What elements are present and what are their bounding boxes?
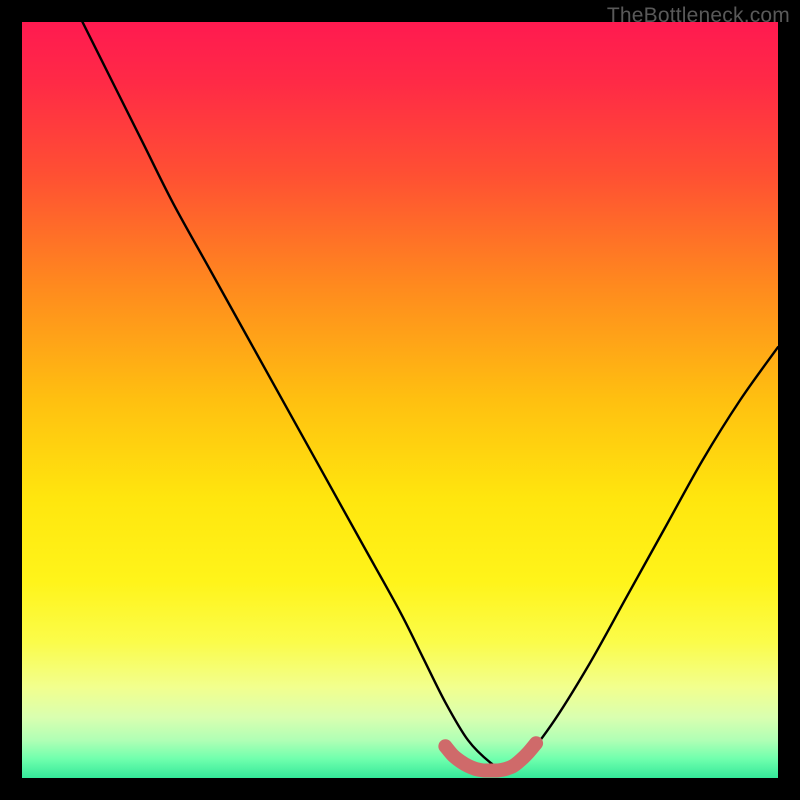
bottleneck-curve [82, 22, 778, 770]
plot-area [22, 22, 778, 778]
watermark-text: TheBottleneck.com [607, 4, 790, 28]
optimal-region-marker [445, 743, 536, 770]
curve-layer [22, 22, 778, 778]
chart-stage: TheBottleneck.com [0, 0, 800, 800]
